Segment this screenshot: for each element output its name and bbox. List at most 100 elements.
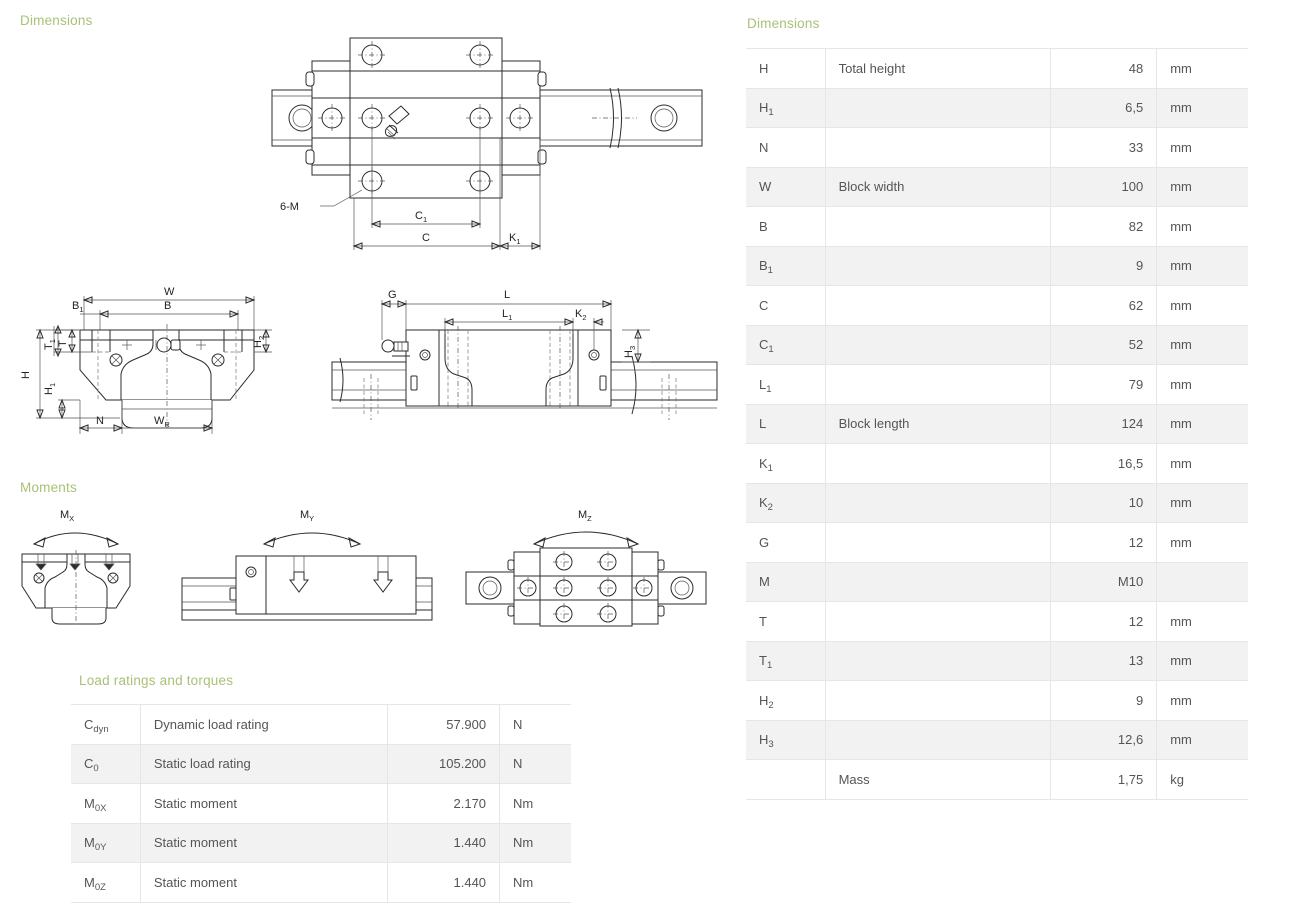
table-row: K2 10 mm [746,482,1248,523]
dimension-symbol: B [746,206,826,247]
label-h1: H1 [43,383,57,395]
dimension-value: 12 [1050,601,1158,642]
load-ratings-table-wrap: Cdyn Dynamic load rating 57.900 N C0 Static l… [71,704,571,903]
dimension-value: 13 [1050,640,1158,681]
dimensions-table-body: H Total height 48 mm H1 6,5 mm N 33 mm W Block widt… [746,48,1248,800]
dimension-symbol: G [746,522,826,563]
dimension-unit: kg [1156,759,1248,800]
section-heading-dimensions-left: Dimensions [20,13,93,28]
dimension-symbol: N [746,127,826,168]
dimension-description: Block length [825,403,1051,444]
dimension-description [825,285,1051,326]
section-heading-load-ratings: Load ratings and torques [79,673,234,688]
label-w: W [164,286,175,298]
load-rating-unit: Nm [499,783,571,824]
load-rating-symbol: Cdyn [71,704,141,745]
label-l1: L1 [502,308,512,322]
dimension-unit: mm [1156,285,1248,326]
dimension-unit [1156,561,1248,602]
table-row: L Block length 124 mm [746,403,1248,444]
dimension-description [825,640,1051,681]
left-column: Dimensions 6-M C1 C K1 W B B1 H H1 T T1 … [0,0,740,912]
dimension-description [825,482,1051,523]
dimension-unit: mm [1156,403,1248,444]
dimension-symbol: H2 [746,680,826,721]
load-rating-description: Static moment [140,862,388,903]
load-rating-value: 1.440 [387,822,501,863]
table-row: K1 16,5 mm [746,443,1248,484]
dimension-value: 12 [1050,522,1158,563]
load-rating-description: Static moment [140,783,388,824]
table-row: Mass 1,75 kg [746,759,1248,800]
dimension-description [825,87,1051,128]
top-view-drawing: 6-M C1 C K1 [262,28,712,258]
dimension-unit: mm [1156,127,1248,168]
table-row: M0Z Static moment 1.440 Nm [71,862,571,903]
dimension-unit: mm [1156,324,1248,365]
dimension-unit: mm [1156,482,1248,523]
label-mx: MX [60,509,74,523]
table-row: Cdyn Dynamic load rating 57.900 N [71,704,571,745]
side-view-drawing: G L L1 K2 H3 [331,278,718,438]
dimension-symbol: L [746,403,826,444]
label-t1: T1 [43,339,57,350]
table-row: C0 Static load rating 105.200 N [71,743,571,784]
label-mz: MZ [578,509,592,523]
load-rating-unit: N [499,704,571,745]
load-rating-description: Static moment [140,822,388,863]
label-l: L [504,289,510,301]
dimension-description [825,206,1051,247]
load-rating-symbol: M0X [71,783,141,824]
label-t: T [57,340,69,347]
table-row: B1 9 mm [746,245,1248,286]
dimension-value: 10 [1050,482,1158,523]
dimensions-table-wrap: H Total height 48 mm H1 6,5 mm N 33 mm W Block widt… [746,48,1248,800]
dimension-description [825,127,1051,168]
dimension-description [825,443,1051,484]
table-row: N 33 mm [746,127,1248,168]
dimension-value: 9 [1050,680,1158,721]
table-row: M0Y Static moment 1.440 Nm [71,822,571,863]
dimension-symbol: H [746,48,826,89]
table-row: T 12 mm [746,601,1248,642]
label-my: MY [300,509,314,523]
table-row: M0X Static moment 2.170 Nm [71,783,571,824]
table-row: B 82 mm [746,206,1248,247]
dimension-value: 52 [1050,324,1158,365]
table-row: M M10 [746,561,1248,602]
load-rating-symbol: M0Y [71,822,141,863]
load-rating-unit: Nm [499,822,571,863]
dimension-symbol: H1 [746,87,826,128]
dimension-value: 6,5 [1050,87,1158,128]
dimension-unit: mm [1156,166,1248,207]
table-row: H Total height 48 mm [746,48,1248,89]
load-rating-value: 105.200 [387,743,501,784]
dimension-symbol: W [746,166,826,207]
label-b: B [164,300,171,312]
dimension-symbol: M [746,561,826,602]
dimension-unit: mm [1156,87,1248,128]
label-g: G [388,289,397,301]
moment-mz-drawing: MZ [458,500,713,627]
dimension-unit: mm [1156,443,1248,484]
moment-mx-drawing: MX [14,500,144,626]
table-row: H2 9 mm [746,680,1248,721]
dimension-description [825,245,1051,286]
dimension-value: 12,6 [1050,719,1158,760]
table-row: W Block width 100 mm [746,166,1248,207]
dimension-value: 16,5 [1050,443,1158,484]
moment-my-drawing: MY [181,500,433,626]
dimension-description [825,364,1051,405]
dimension-value: 124 [1050,403,1158,444]
label-b1: B1 [72,300,84,314]
dimension-value: 33 [1050,127,1158,168]
dimension-unit: mm [1156,364,1248,405]
datasheet-page: Dimensions 6-M C1 C K1 W B B1 H H1 T T1 … [0,0,1296,912]
dimension-symbol: C [746,285,826,326]
load-rating-value: 2.170 [387,783,501,824]
dimension-value: 9 [1050,245,1158,286]
dimension-unit: mm [1156,640,1248,681]
dimension-description [825,719,1051,760]
front-view-drawing: W B B1 H H1 T T1 H2 N WR [14,278,279,438]
load-rating-symbol: M0Z [71,862,141,903]
